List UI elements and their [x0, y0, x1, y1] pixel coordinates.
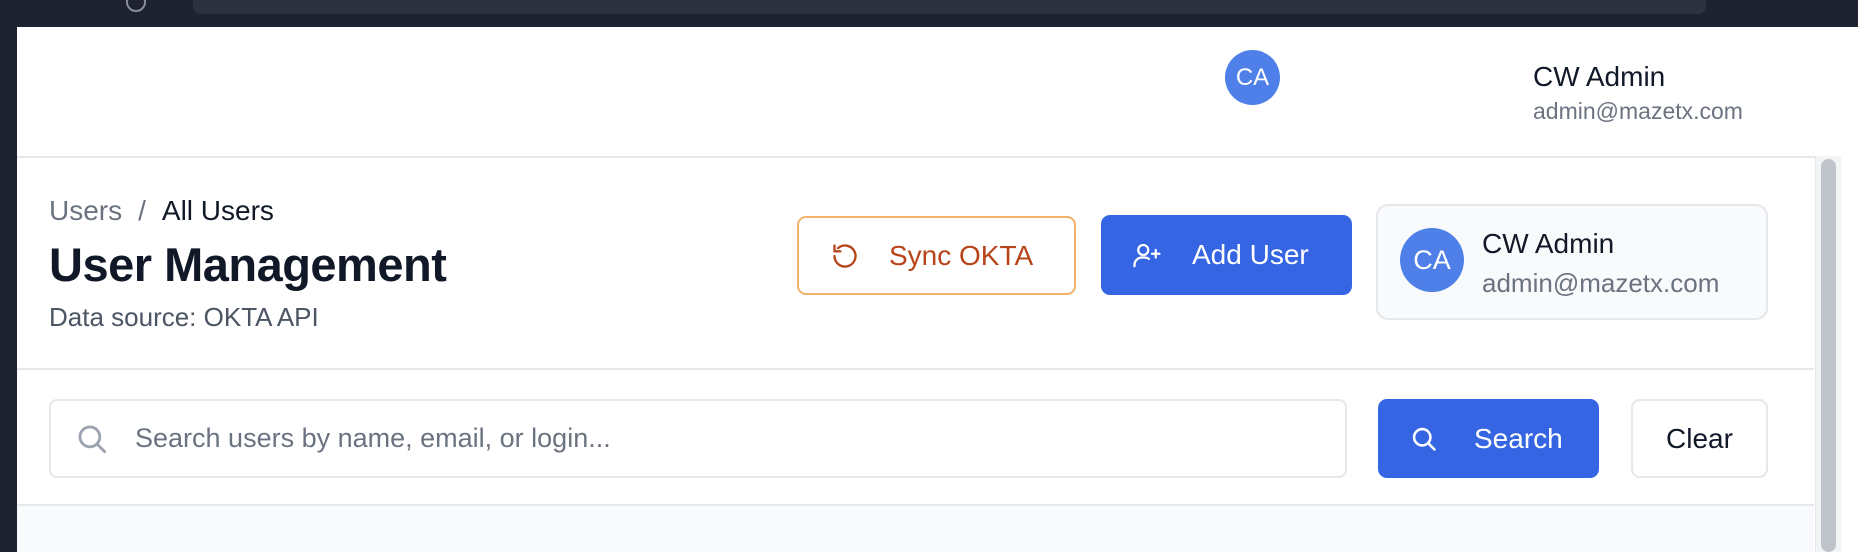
header-user-email: admin@mazetx.com	[1533, 98, 1743, 124]
breadcrumb-separator: /	[138, 195, 146, 226]
current-user-card[interactable]: CA CW Admin admin@mazetx.com	[1376, 204, 1768, 320]
refresh-icon	[831, 242, 859, 270]
card-user-email: admin@mazetx.com	[1482, 268, 1720, 298]
search-input[interactable]	[133, 422, 1287, 455]
address-bar[interactable]	[193, 0, 1706, 14]
app-window: CA CW Admin admin@mazetx.com Users / All…	[17, 27, 1858, 552]
search-icon	[75, 422, 109, 456]
clear-button[interactable]: Clear	[1631, 399, 1768, 478]
header-avatar[interactable]: CA	[1225, 50, 1280, 105]
page-title: User Management	[49, 238, 447, 291]
search-field[interactable]	[49, 399, 1347, 478]
main-content: Users / All Users User Management Data s…	[17, 158, 1814, 552]
search-button-icon	[1410, 425, 1438, 453]
card-user-name: CW Admin	[1482, 228, 1615, 259]
top-header: CA CW Admin admin@mazetx.com	[17, 27, 1858, 158]
add-user-button[interactable]: Add User	[1101, 215, 1352, 295]
breadcrumb: Users / All Users	[49, 195, 274, 227]
breadcrumb-current: All Users	[161, 195, 274, 226]
sync-okta-label: Sync OKTA	[889, 239, 1034, 271]
scrollbar-thumb[interactable]	[1821, 159, 1836, 552]
section-divider	[17, 368, 1814, 370]
card-avatar: CA	[1400, 228, 1464, 292]
header-user-name: CW Admin	[1533, 61, 1666, 92]
clear-button-label: Clear	[1666, 422, 1733, 454]
search-button-label: Search	[1474, 422, 1563, 454]
add-user-label: Add User	[1192, 239, 1309, 270]
search-button[interactable]: Search	[1378, 399, 1599, 478]
breadcrumb-users-link[interactable]: Users	[49, 195, 122, 227]
browser-toolbar	[0, 0, 1858, 27]
sync-okta-button[interactable]: Sync OKTA	[797, 216, 1076, 295]
data-source-label: Data source: OKTA API	[49, 302, 319, 332]
browser-info-icon[interactable]	[126, 0, 146, 12]
results-area	[17, 506, 1814, 552]
window-edge	[1841, 27, 1858, 552]
user-plus-icon	[1132, 240, 1162, 270]
